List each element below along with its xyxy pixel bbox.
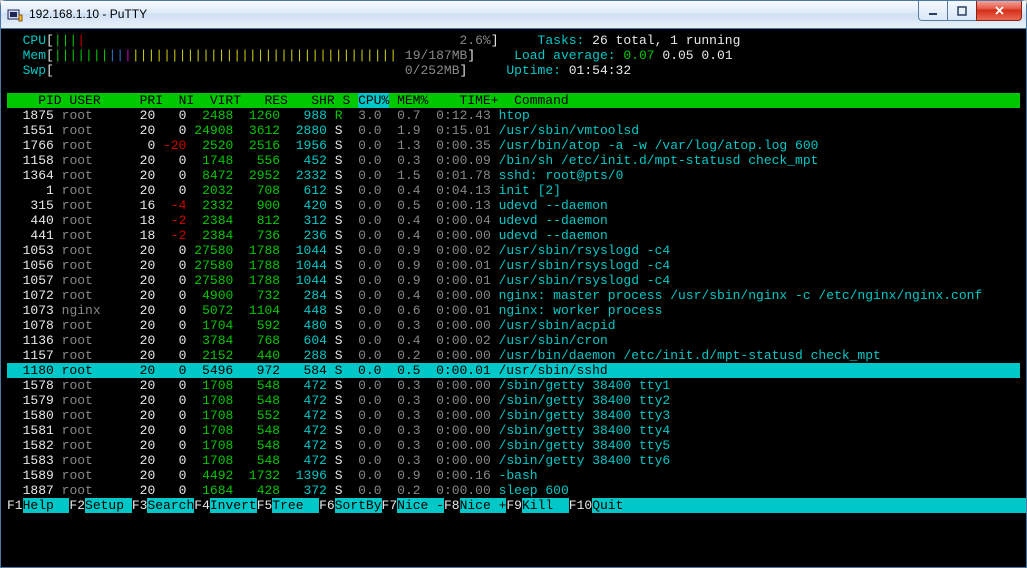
fkey: F8 bbox=[444, 498, 460, 513]
window-buttons bbox=[919, 1, 1022, 21]
table-row[interactable]: 1136 root 20 0 3784 768 604 S 0.0 0.4 0:… bbox=[7, 333, 1020, 348]
fkey: F4 bbox=[194, 498, 210, 513]
table-row[interactable]: 1766 root 0 -20 2520 2516 1956 S 0.0 1.3… bbox=[7, 138, 1020, 153]
fkey: F5 bbox=[257, 498, 273, 513]
fkey-label[interactable]: Help bbox=[23, 498, 70, 513]
putty-icon bbox=[7, 7, 23, 23]
table-row[interactable]: 1157 root 20 0 2152 440 288 S 0.0 0.2 0:… bbox=[7, 348, 1020, 363]
table-row[interactable]: 1551 root 20 0 24908 3612 2880 S 0.0 1.9… bbox=[7, 123, 1020, 138]
table-row[interactable]: 315 root 16 -4 2332 900 420 S 0.0 0.5 0:… bbox=[7, 198, 1020, 213]
table-row-selected[interactable]: 1180 root 20 0 5496 972 584 S 0.0 0.5 0:… bbox=[7, 363, 1020, 378]
meter-mem: Mem[||||||||||||||||||||||||||||||||||||… bbox=[7, 48, 1020, 63]
table-row[interactable]: 1875 root 20 0 2488 1260 988 R 3.0 0.7 0… bbox=[7, 108, 1020, 123]
table-row[interactable]: 1583 root 20 0 1708 548 472 S 0.0 0.3 0:… bbox=[7, 453, 1020, 468]
close-button[interactable] bbox=[976, 1, 1022, 21]
fkey-label[interactable]: Tree bbox=[272, 498, 319, 513]
table-row[interactable]: 440 root 18 -2 2384 812 312 S 0.0 0.4 0:… bbox=[7, 213, 1020, 228]
table-row[interactable]: 1078 root 20 0 1704 592 480 S 0.0 0.3 0:… bbox=[7, 318, 1020, 333]
fkey-label[interactable]: Invert bbox=[210, 498, 257, 513]
table-row[interactable]: 1072 root 20 0 4900 732 284 S 0.0 0.4 0:… bbox=[7, 288, 1020, 303]
fkey: F3 bbox=[132, 498, 148, 513]
fkey: F1 bbox=[7, 498, 23, 513]
table-row[interactable]: 1581 root 20 0 1708 548 472 S 0.0 0.3 0:… bbox=[7, 423, 1020, 438]
fkey: F10 bbox=[569, 498, 592, 513]
fkey: F9 bbox=[506, 498, 522, 513]
fkey-label[interactable]: Nice + bbox=[460, 498, 507, 513]
fkey-label[interactable]: Kill bbox=[522, 498, 569, 513]
window-titlebar[interactable]: 192.168.1.10 - PuTTY bbox=[1, 1, 1026, 29]
table-row[interactable]: 1364 root 20 0 8472 2952 2332 S 0.0 1.5 … bbox=[7, 168, 1020, 183]
meter-cpu: CPU[|||| 2.6%] Tasks: 26 total, 1 runnin… bbox=[7, 33, 1020, 48]
table-row[interactable]: 1582 root 20 0 1708 548 472 S 0.0 0.3 0:… bbox=[7, 438, 1020, 453]
table-row[interactable]: 1579 root 20 0 1708 548 472 S 0.0 0.3 0:… bbox=[7, 393, 1020, 408]
table-header[interactable]: PID USER PRI NI VIRT RES SHR S CPU% MEM%… bbox=[7, 93, 1020, 108]
fkey: F6 bbox=[319, 498, 335, 513]
meter-swp: Swp[ 0/252MB] Uptime: 01:54:32 bbox=[7, 63, 1020, 78]
table-row[interactable]: 1057 root 20 0 27580 1788 1044 S 0.0 0.9… bbox=[7, 273, 1020, 288]
window-title: 192.168.1.10 - PuTTY bbox=[29, 7, 147, 22]
table-row[interactable]: 1073 nginx 20 0 5072 1104 448 S 0.0 0.6 … bbox=[7, 303, 1020, 318]
table-row[interactable]: 1053 root 20 0 27580 1788 1044 S 0.0 0.9… bbox=[7, 243, 1020, 258]
fkey-bar[interactable]: F1Help F2Setup F3SearchF4InvertF5Tree F6… bbox=[7, 498, 1020, 513]
fkey-label[interactable]: SortBy bbox=[335, 498, 382, 513]
fkey: F2 bbox=[69, 498, 85, 513]
table-row[interactable]: 1578 root 20 0 1708 548 472 S 0.0 0.3 0:… bbox=[7, 378, 1020, 393]
minimize-button[interactable] bbox=[918, 1, 948, 21]
table-row[interactable]: 1580 root 20 0 1708 552 472 S 0.0 0.3 0:… bbox=[7, 408, 1020, 423]
table-row[interactable]: 441 root 18 -2 2384 736 236 S 0.0 0.4 0:… bbox=[7, 228, 1020, 243]
fkey-label[interactable]: Setup bbox=[85, 498, 132, 513]
maximize-button[interactable] bbox=[947, 1, 977, 21]
fkey-label[interactable]: Nice - bbox=[397, 498, 444, 513]
putty-window: 192.168.1.10 - PuTTY CPU[|||| 2.6%] Task… bbox=[0, 0, 1027, 568]
fkey-label[interactable]: Search bbox=[147, 498, 194, 513]
table-row[interactable]: 1056 root 20 0 27580 1788 1044 S 0.0 0.9… bbox=[7, 258, 1020, 273]
table-row[interactable]: 1887 root 20 0 1684 428 372 S 0.0 0.2 0:… bbox=[7, 483, 1020, 498]
terminal-area[interactable]: CPU[|||| 2.6%] Tasks: 26 total, 1 runnin… bbox=[1, 29, 1026, 567]
fkey: F7 bbox=[382, 498, 398, 513]
fkey-label[interactable]: Quit bbox=[592, 498, 639, 513]
table-row[interactable]: 1589 root 20 0 4492 1732 1396 S 0.0 0.9 … bbox=[7, 468, 1020, 483]
table-row[interactable]: 1 root 20 0 2032 708 612 S 0.0 0.4 0:04.… bbox=[7, 183, 1020, 198]
table-row[interactable]: 1158 root 20 0 1748 556 452 S 0.0 0.3 0:… bbox=[7, 153, 1020, 168]
